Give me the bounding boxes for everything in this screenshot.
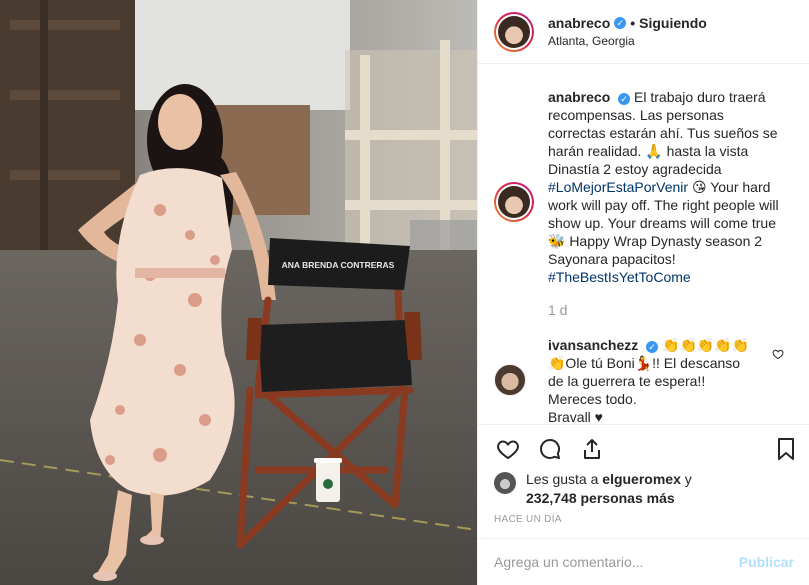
likes-summary[interactable]: Les gusta a elgueromex y 232,748 persona… bbox=[494, 470, 794, 508]
post-photo[interactable]: ANA BRENDA CONTRERAS bbox=[0, 0, 477, 585]
caption-text-en-2: 🐝 Happy Wrap Dynasty season 2 Sayonara p… bbox=[548, 233, 763, 267]
like-button[interactable] bbox=[494, 435, 522, 463]
speech-bubble-icon bbox=[540, 438, 560, 459]
comment-like-heart-icon[interactable] bbox=[772, 348, 784, 360]
verified-badge-icon: ✓ bbox=[614, 16, 627, 29]
comment-input[interactable] bbox=[494, 554, 739, 570]
add-comment-bar: Publicar bbox=[478, 538, 809, 585]
header-separator: • bbox=[630, 14, 636, 31]
likes-prefix: Les gusta a bbox=[526, 471, 599, 487]
post-side-panel: anabreco ✓ • Siguiendo Atlanta, Georgia … bbox=[477, 0, 809, 585]
comments-section[interactable]: anabreco ✓ El trabajo duro traerá recomp… bbox=[478, 64, 809, 424]
likes-suffix[interactable]: personas más bbox=[581, 490, 675, 506]
caption-hashtag-en[interactable]: #TheBestIsYetToCome bbox=[548, 269, 691, 285]
comment-item: ivansanchezz ✓ 👏👏👏👏👏 👏Ole tú Boni💃!! El … bbox=[494, 336, 784, 424]
post-header: anabreco ✓ • Siguiendo Atlanta, Georgia bbox=[478, 0, 809, 64]
verified-badge-icon: ✓ bbox=[618, 93, 631, 105]
author-avatar[interactable] bbox=[494, 11, 534, 52]
caption-time-ago[interactable]: 1 d bbox=[548, 302, 794, 318]
post-caption: anabreco ✓ El trabajo duro traerá recomp… bbox=[548, 88, 784, 286]
follow-button[interactable]: Siguiendo bbox=[639, 14, 707, 32]
bookmark-icon bbox=[778, 437, 794, 460]
comment-author[interactable]: ivansanchezz bbox=[548, 337, 638, 353]
share-button[interactable] bbox=[578, 435, 606, 463]
chair-label: ANA BRENDA CONTRERAS bbox=[282, 260, 395, 270]
likes-count[interactable]: 232,748 bbox=[526, 490, 577, 506]
comment-button[interactable] bbox=[536, 435, 564, 463]
likes-connector: y bbox=[684, 471, 692, 487]
verified-badge-icon: ✓ bbox=[646, 341, 659, 353]
liker-username[interactable]: elgueromex bbox=[602, 471, 681, 487]
caption-author[interactable]: anabreco bbox=[548, 89, 610, 105]
save-button[interactable] bbox=[772, 435, 800, 463]
caption-hashtag-es[interactable]: #LoMejorEstaPorVenir bbox=[548, 179, 688, 195]
share-icon bbox=[584, 438, 600, 459]
post-location[interactable]: Atlanta, Georgia bbox=[548, 32, 707, 50]
commenter-avatar[interactable] bbox=[494, 364, 526, 396]
publish-button[interactable]: Publicar bbox=[739, 554, 794, 570]
post-actions-bar bbox=[478, 424, 809, 472]
liker-avatar[interactable] bbox=[494, 472, 516, 494]
instagram-post: ANA BRENDA CONTRERAS anabreco ✓ • Siguie… bbox=[0, 0, 809, 585]
author-username[interactable]: anabreco bbox=[548, 14, 610, 32]
post-photo-scene: ANA BRENDA CONTRERAS bbox=[0, 0, 477, 585]
comment-text-more: Bravall ♥ bbox=[548, 409, 603, 424]
posted-date[interactable]: HACE UN DÍA bbox=[494, 514, 562, 525]
heart-icon bbox=[497, 439, 519, 459]
caption-avatar[interactable] bbox=[494, 182, 534, 222]
